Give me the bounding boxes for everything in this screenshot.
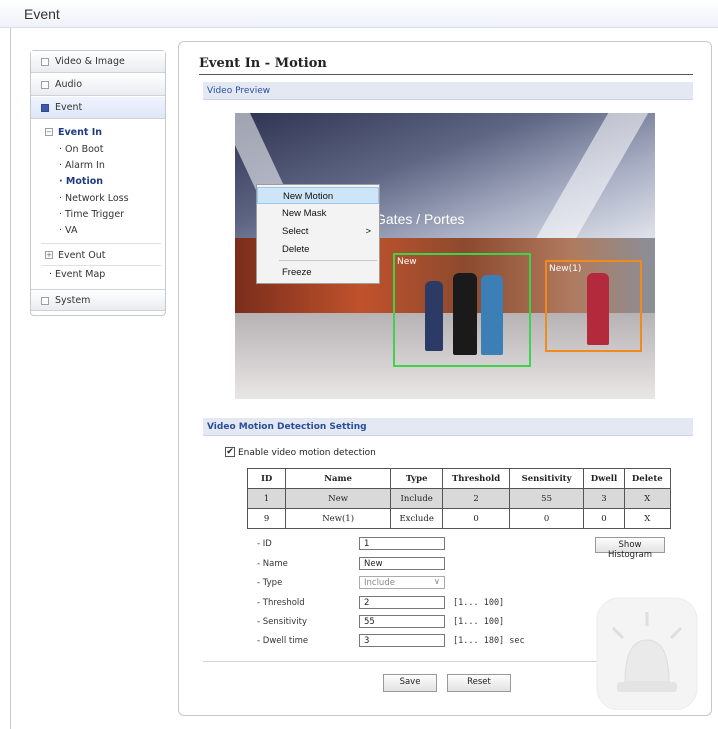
dwell-time-range: [1... 180] sec xyxy=(453,636,525,646)
cell-sensitivity: 55 xyxy=(508,488,585,509)
sidebar-item-video-image[interactable]: Video & Image xyxy=(31,51,165,73)
column-header: Name xyxy=(285,468,391,489)
context-menu: New Motion New Mask Select > Delete Free… xyxy=(256,184,380,284)
id-label: - ID xyxy=(257,539,272,549)
column-header: Type xyxy=(389,468,444,489)
type-label: - Type xyxy=(257,578,283,588)
title-divider xyxy=(199,74,693,75)
menu-item-freeze[interactable]: Freeze xyxy=(257,264,379,281)
threshold-label: - Threshold xyxy=(257,598,305,608)
sidebar-item-label: Audio xyxy=(55,79,83,90)
sidebar-item-event-out[interactable]: Event Out xyxy=(58,250,105,261)
enable-motion-label: Enable video motion detection xyxy=(238,448,376,458)
id-field[interactable]: 1 xyxy=(359,537,445,550)
motion-region-label: New(1) xyxy=(549,264,582,274)
column-header: ID xyxy=(246,468,287,489)
sidebar-subitem-va[interactable]: · VA xyxy=(59,225,77,236)
sensitivity-label: - Sensitivity xyxy=(257,617,308,627)
sidebar-item-label: Event xyxy=(55,102,83,113)
name-label: - Name xyxy=(257,559,288,569)
sidebar-subitem-on-boot[interactable]: · On Boot xyxy=(59,144,103,155)
menu-item-new-mask[interactable]: New Mask xyxy=(257,205,379,222)
motion-region-new[interactable] xyxy=(393,253,531,367)
cell-type: Exclude xyxy=(389,508,444,529)
menu-separator xyxy=(279,260,377,261)
cell-threshold: 2 xyxy=(442,488,510,509)
sidebar: Video & Image Audio Event − Event In · O… xyxy=(30,50,166,316)
name-field[interactable]: New xyxy=(359,557,445,570)
sensitivity-field[interactable]: 55 xyxy=(359,615,445,628)
sidebar-item-event[interactable]: Event xyxy=(31,97,165,119)
top-header: Event xyxy=(0,0,718,28)
detection-setting-header: Video Motion Detection Setting xyxy=(203,418,693,436)
cell-name: New(1) xyxy=(285,508,391,529)
table-row[interactable]: 9 New(1) Exclude 0 0 0 X xyxy=(246,508,672,529)
video-preview-header: Video Preview xyxy=(203,82,693,100)
dwell-time-field[interactable]: 3 xyxy=(359,634,445,647)
video-sign-text: Gates / Portes xyxy=(375,211,465,227)
dwell-time-label: - Dwell time xyxy=(257,636,309,646)
cell-sensitivity: 0 xyxy=(508,508,585,529)
sidebar-subitem-alarm-in[interactable]: · Alarm In xyxy=(59,160,105,171)
cell-id: 1 xyxy=(246,488,287,509)
expand-icon[interactable]: − xyxy=(45,128,53,136)
submenu-arrow-icon: > xyxy=(365,226,371,237)
reset-button[interactable]: Reset xyxy=(447,674,511,692)
motion-table: ID Name Type Threshold Sensitivity Dwell… xyxy=(246,468,672,529)
show-histogram-button[interactable]: Show Histogram xyxy=(595,537,665,560)
table-row[interactable]: 1 New Include 2 55 3 X xyxy=(246,488,672,509)
collapsed-box-icon xyxy=(41,81,49,89)
enable-motion-checkbox[interactable]: ✔ xyxy=(225,447,235,457)
main-panel: Event In - Motion Video Preview Gates / … xyxy=(178,41,712,716)
sidebar-subitem-network-loss[interactable]: · Network Loss xyxy=(59,193,129,204)
sidebar-item-event-in[interactable]: Event In xyxy=(58,127,102,138)
page-frame-line xyxy=(10,28,11,729)
delete-row-button[interactable]: X xyxy=(623,508,672,529)
sidebar-item-system[interactable]: System xyxy=(31,289,165,311)
cell-name: New xyxy=(285,488,391,509)
menu-item-new-motion[interactable]: New Motion xyxy=(257,187,379,204)
threshold-range: [1... 100] xyxy=(453,598,505,608)
sidebar-subitem-time-trigger[interactable]: · Time Trigger xyxy=(59,209,124,220)
sidebar-item-label: Video & Image xyxy=(55,56,125,67)
sidebar-item-event-map[interactable]: · Event Map xyxy=(49,269,105,280)
divider xyxy=(41,243,161,244)
sidebar-subitem-motion[interactable]: · Motion xyxy=(59,176,103,187)
sidebar-item-label: System xyxy=(55,295,91,306)
save-button[interactable]: Save xyxy=(383,674,437,692)
cell-threshold: 0 xyxy=(442,508,510,529)
cell-type: Include xyxy=(389,488,444,509)
video-preview[interactable]: Gates / Portes New New(1) New Motion New… xyxy=(235,113,655,399)
cell-id: 9 xyxy=(246,508,287,529)
menu-item-delete[interactable]: Delete xyxy=(257,241,379,258)
divider xyxy=(41,265,161,266)
column-header: Dwell xyxy=(583,468,625,489)
sensitivity-range: [1... 100] xyxy=(453,617,505,627)
cell-dwell: 3 xyxy=(583,488,625,509)
cell-dwell: 0 xyxy=(583,508,625,529)
motion-region-label: New xyxy=(397,257,417,267)
app-title: Event xyxy=(24,6,60,22)
expand-icon[interactable]: + xyxy=(45,251,53,259)
alarm-light-icon xyxy=(596,597,698,710)
column-header: Threshold xyxy=(442,468,510,489)
menu-item-select[interactable]: Select > xyxy=(257,223,379,240)
selected-box-icon xyxy=(41,104,49,112)
collapsed-box-icon xyxy=(41,58,49,66)
page-title: Event In - Motion xyxy=(199,56,327,71)
chevron-down-icon: ∨ xyxy=(433,577,440,587)
type-select[interactable]: Include ∨ xyxy=(359,576,445,589)
column-header: Delete xyxy=(623,468,672,489)
delete-row-button[interactable]: X xyxy=(623,488,672,509)
threshold-field[interactable]: 2 xyxy=(359,596,445,609)
collapsed-box-icon xyxy=(41,297,49,305)
table-header-row: ID Name Type Threshold Sensitivity Dwell… xyxy=(246,468,672,489)
sidebar-item-audio[interactable]: Audio xyxy=(31,74,165,96)
column-header: Sensitivity xyxy=(508,468,585,489)
